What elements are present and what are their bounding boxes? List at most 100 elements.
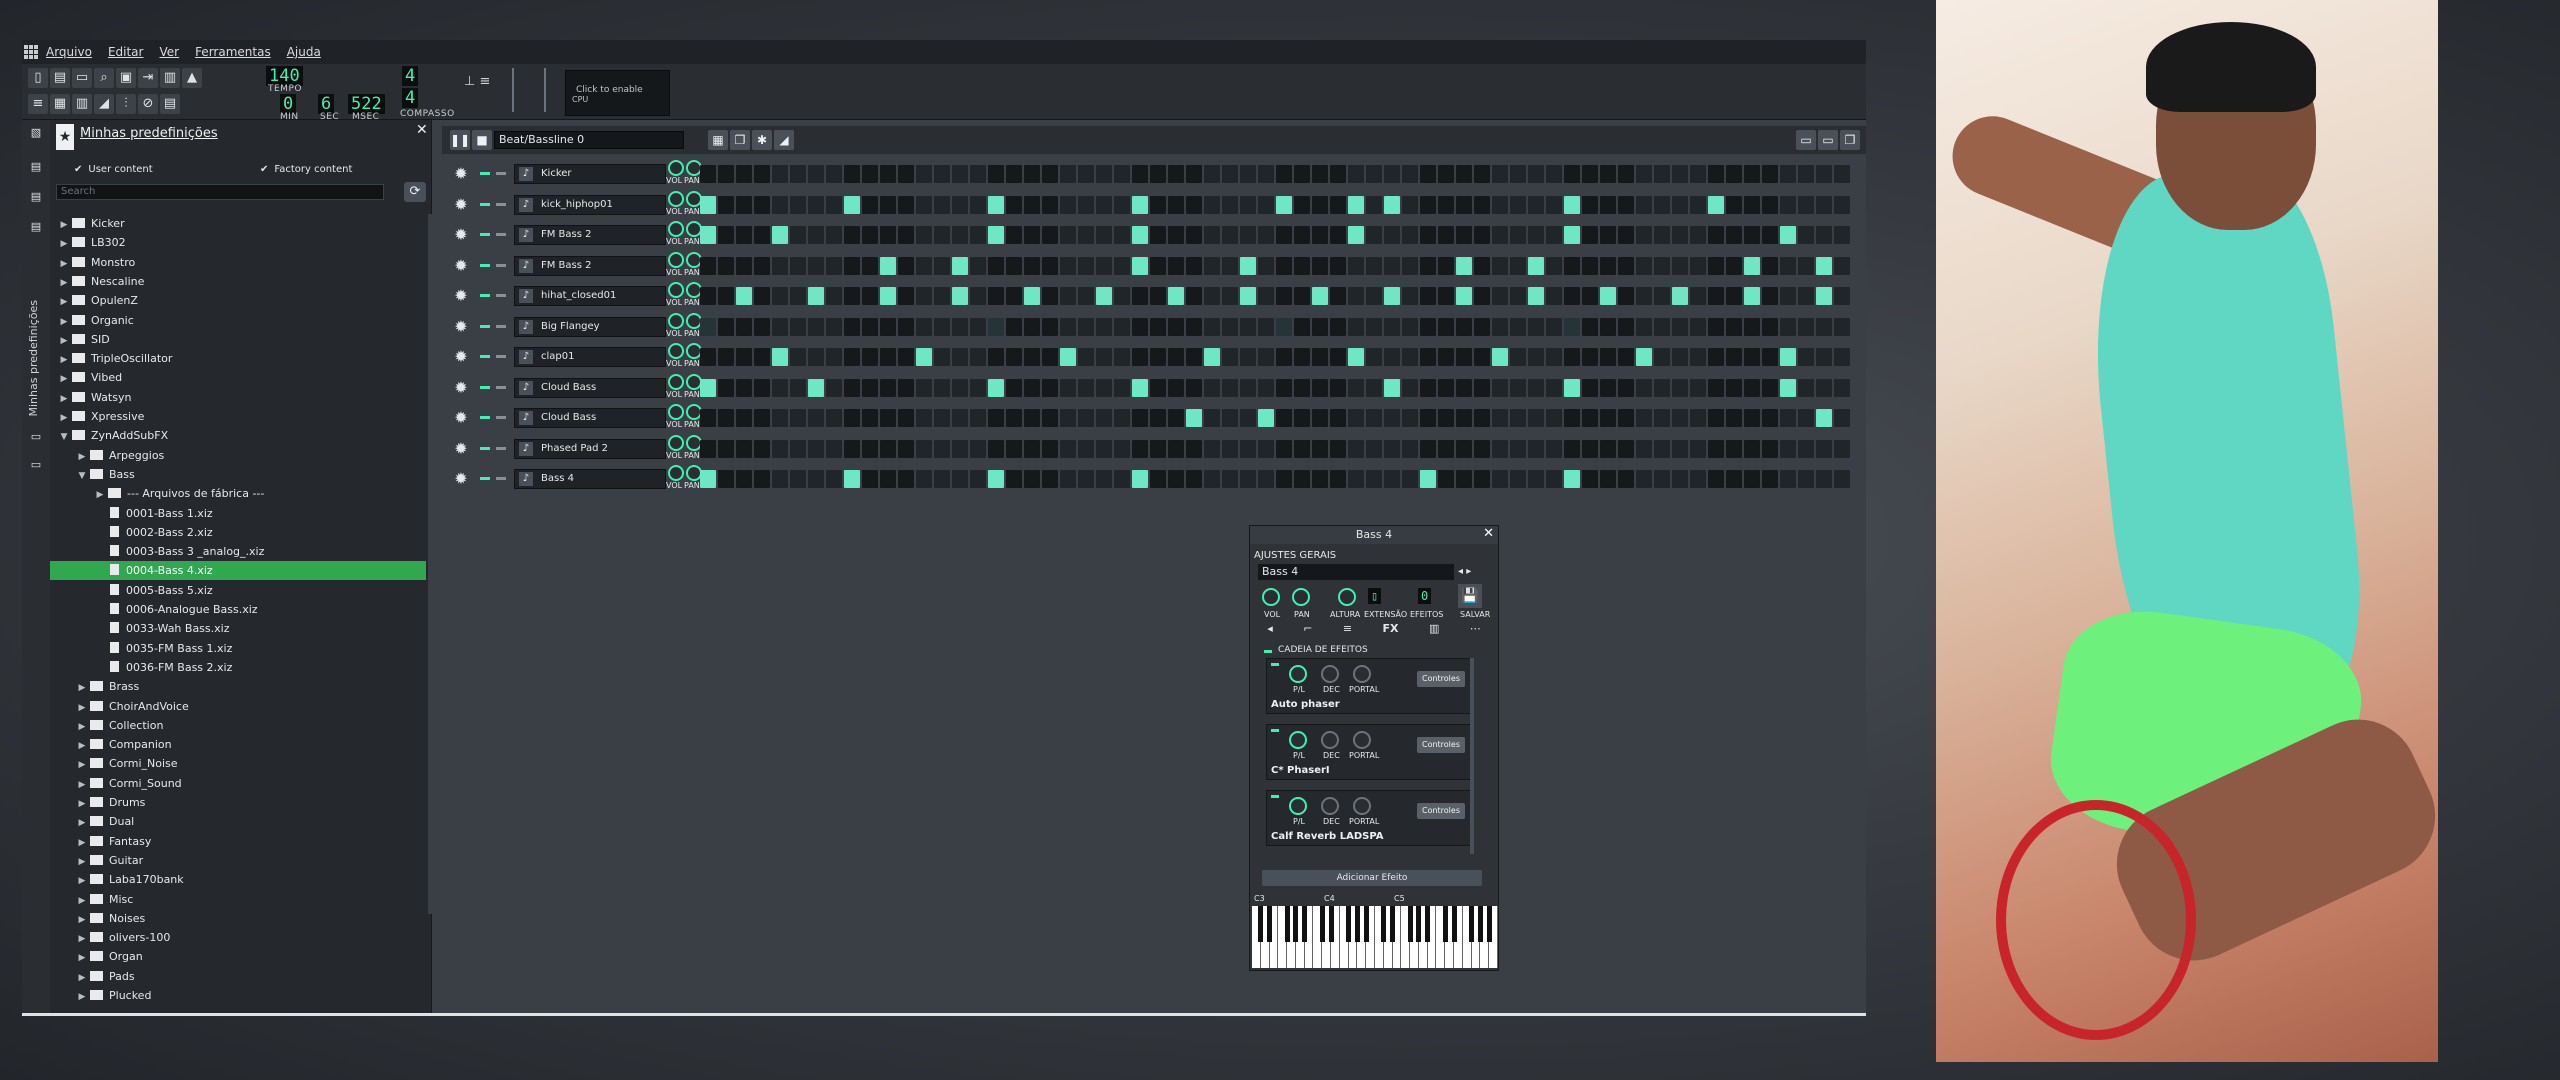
step-off[interactable] bbox=[1240, 165, 1256, 183]
step-off[interactable] bbox=[1222, 226, 1238, 244]
step-off[interactable] bbox=[1636, 439, 1652, 458]
solo-led[interactable] bbox=[496, 324, 506, 328]
step-off[interactable] bbox=[736, 226, 752, 244]
step-off[interactable] bbox=[736, 409, 752, 427]
step-off[interactable] bbox=[1582, 226, 1598, 244]
step-off[interactable] bbox=[1636, 226, 1652, 244]
chevron-right-icon[interactable]: ▶ bbox=[58, 370, 70, 389]
step-off[interactable] bbox=[1708, 165, 1724, 183]
step-off[interactable] bbox=[1780, 470, 1796, 488]
step-off[interactable] bbox=[1708, 317, 1724, 336]
instrument-button[interactable]: ♪ clap01 bbox=[514, 347, 666, 367]
step-off[interactable] bbox=[1006, 317, 1022, 336]
preset-file-item[interactable]: 0002-Bass 2.xiz bbox=[50, 523, 426, 542]
step-off[interactable] bbox=[1708, 287, 1724, 305]
folder-item[interactable]: ▶ Arpeggios bbox=[50, 446, 426, 465]
folder-item[interactable]: ▶ Plucked bbox=[50, 986, 426, 1005]
fx-channel-display[interactable]: 0 bbox=[1418, 588, 1432, 604]
refresh-icon[interactable]: ⟳ bbox=[404, 182, 426, 202]
step-off[interactable] bbox=[1492, 439, 1508, 458]
step-on[interactable] bbox=[1132, 470, 1148, 488]
open-icon[interactable]: ▭ bbox=[72, 68, 92, 88]
mute-led[interactable] bbox=[480, 172, 490, 175]
step-off[interactable] bbox=[1726, 256, 1742, 275]
step-off[interactable] bbox=[1024, 348, 1040, 366]
chevron-right-icon[interactable]: ▶ bbox=[58, 351, 70, 370]
step-off[interactable] bbox=[1204, 409, 1220, 427]
step-off[interactable] bbox=[1330, 165, 1346, 183]
step-off[interactable] bbox=[1402, 226, 1418, 244]
step-off[interactable] bbox=[1456, 165, 1472, 183]
step-off[interactable] bbox=[1762, 409, 1778, 427]
step-off[interactable] bbox=[1348, 470, 1364, 488]
step-off[interactable] bbox=[1312, 165, 1328, 183]
step-off[interactable] bbox=[1690, 256, 1706, 275]
misc-tab-icon[interactable]: ⋯ bbox=[1470, 622, 1481, 640]
step-off[interactable] bbox=[790, 165, 806, 183]
step-off[interactable] bbox=[1168, 439, 1184, 458]
step-off[interactable] bbox=[1402, 470, 1418, 488]
volume-knob[interactable] bbox=[668, 160, 684, 176]
step-off[interactable] bbox=[1114, 470, 1130, 488]
time-sig-numerator[interactable]: 4 bbox=[402, 66, 419, 86]
step-off[interactable] bbox=[1204, 287, 1220, 305]
step-off[interactable] bbox=[1276, 348, 1292, 366]
step-off[interactable] bbox=[934, 470, 950, 488]
step-off[interactable] bbox=[1006, 378, 1022, 397]
step-off[interactable] bbox=[1474, 348, 1490, 366]
close-icon[interactable]: ✕ bbox=[1483, 526, 1494, 541]
step-off[interactable] bbox=[1294, 256, 1310, 275]
step-off[interactable] bbox=[1132, 348, 1148, 366]
step-off[interactable] bbox=[1438, 287, 1454, 305]
step-off[interactable] bbox=[1366, 256, 1382, 275]
step-off[interactable] bbox=[1654, 226, 1670, 244]
gear-icon[interactable]: ✹ bbox=[452, 378, 470, 397]
black-key[interactable] bbox=[1416, 906, 1422, 942]
volume-knob[interactable] bbox=[668, 312, 684, 329]
step-off[interactable] bbox=[808, 409, 824, 427]
step-off[interactable] bbox=[1492, 317, 1508, 336]
step-off[interactable] bbox=[1582, 195, 1598, 214]
step-off[interactable] bbox=[1528, 317, 1544, 336]
master-pitch-slider[interactable] bbox=[544, 68, 546, 112]
step-off[interactable] bbox=[826, 287, 842, 305]
step-on[interactable] bbox=[880, 256, 896, 275]
step-off[interactable] bbox=[1222, 348, 1238, 366]
step-off[interactable] bbox=[1816, 195, 1832, 214]
step-off[interactable] bbox=[1114, 317, 1130, 336]
step-off[interactable] bbox=[1798, 165, 1814, 183]
folder-item[interactable]: ▶ Monstro bbox=[50, 253, 426, 272]
step-off[interactable] bbox=[1474, 165, 1490, 183]
black-key[interactable] bbox=[1302, 906, 1308, 942]
step-on[interactable] bbox=[988, 470, 1004, 488]
decay-knob[interactable] bbox=[1321, 731, 1339, 749]
step-off[interactable] bbox=[898, 165, 914, 183]
step-off[interactable] bbox=[1690, 439, 1706, 458]
gear-icon[interactable]: ✹ bbox=[452, 317, 470, 336]
step-off[interactable] bbox=[1762, 439, 1778, 458]
step-off[interactable] bbox=[1240, 348, 1256, 366]
chevron-right-icon[interactable]: ▶ bbox=[58, 390, 70, 409]
step-off[interactable] bbox=[1456, 378, 1472, 397]
chevron-right-icon[interactable]: ▶ bbox=[76, 853, 88, 872]
step-off[interactable] bbox=[1114, 348, 1130, 366]
step-off[interactable] bbox=[952, 195, 968, 214]
folder-item[interactable]: ▶ olivers-100 bbox=[50, 928, 426, 947]
chevron-right-icon[interactable]: ▶ bbox=[58, 255, 70, 274]
step-off[interactable] bbox=[1114, 256, 1130, 275]
step-off[interactable] bbox=[1204, 439, 1220, 458]
chevron-right-icon[interactable]: ▶ bbox=[58, 409, 70, 428]
step-on[interactable] bbox=[1060, 348, 1076, 366]
step-on[interactable] bbox=[1024, 287, 1040, 305]
step-off[interactable] bbox=[1474, 378, 1490, 397]
folder-item[interactable]: ▶ Misc bbox=[50, 890, 426, 909]
chevron-right-icon[interactable]: ▶ bbox=[76, 949, 88, 968]
step-off[interactable] bbox=[772, 195, 788, 214]
step-off[interactable] bbox=[1672, 378, 1688, 397]
solo-led[interactable] bbox=[496, 202, 506, 206]
step-off[interactable] bbox=[772, 439, 788, 458]
master-volume-slider[interactable] bbox=[512, 68, 514, 112]
step-on[interactable] bbox=[1708, 195, 1724, 214]
step-off[interactable] bbox=[862, 470, 878, 488]
step-off[interactable] bbox=[1636, 195, 1652, 214]
